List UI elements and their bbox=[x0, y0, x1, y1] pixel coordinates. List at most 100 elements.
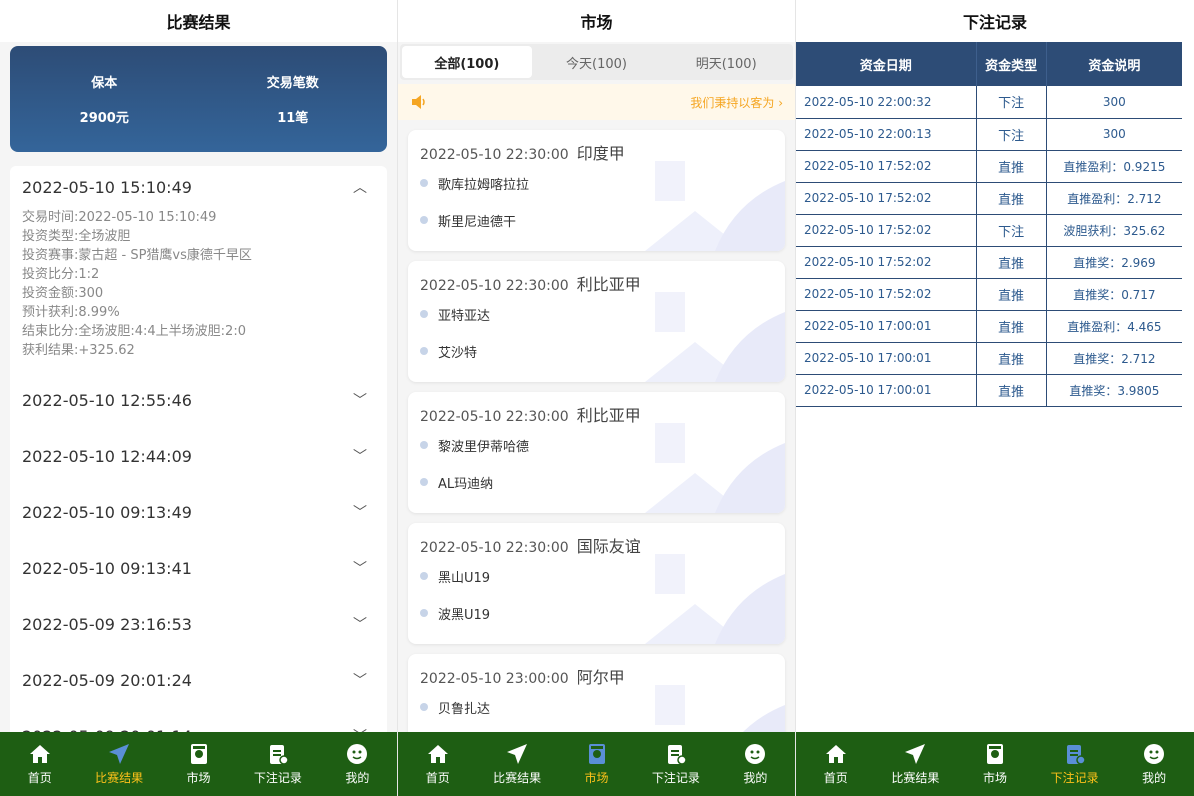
record-header[interactable]: 2022-05-10 09:13:49 ﹀ bbox=[10, 484, 387, 540]
cell-desc: 直推盈利：0.9215 bbox=[1046, 150, 1182, 183]
market-icon bbox=[190, 744, 207, 764]
team-dot bbox=[420, 216, 428, 224]
cell-date: 2022-05-10 17:00:01 bbox=[796, 342, 977, 375]
bet-record-icon bbox=[667, 745, 687, 765]
notice-bar[interactable]: 我们秉持以客为 › bbox=[398, 84, 795, 120]
nav-label: 比赛结果 bbox=[891, 771, 940, 785]
nav-results[interactable]: 比赛结果 bbox=[876, 732, 956, 796]
nav-label: 首页 bbox=[27, 771, 52, 785]
tab-today[interactable]: 今天(100) bbox=[532, 46, 662, 78]
market-screen: 市场 全部(100) 今天(100) 明天(100) 我们秉持以客为 › 202… bbox=[398, 0, 796, 796]
chevron-down-icon[interactable]: ﹀ bbox=[353, 558, 367, 578]
cell-desc: 直推奖：0.717 bbox=[1046, 278, 1182, 311]
table-row: 2022-05-10 17:52:02 直推 直推盈利：0.9215 bbox=[796, 150, 1182, 183]
cell-date: 2022-05-10 17:52:02 bbox=[796, 278, 977, 311]
cell-date: 2022-05-10 17:52:02 bbox=[796, 150, 977, 183]
table-row: 2022-05-10 17:52:02 直推 直推奖：0.717 bbox=[796, 278, 1182, 311]
record-header-open[interactable]: 2022-05-10 15:10:49 ︿ bbox=[10, 166, 387, 208]
record-time: 2022-05-09 20:01:24 bbox=[22, 670, 192, 690]
nav-home[interactable]: 首页 bbox=[398, 732, 477, 796]
team-name: 波黑U19 bbox=[438, 607, 491, 623]
cell-type: 直推 bbox=[976, 246, 1047, 279]
bottom-nav: 首页 比赛结果 市场 下注记录 我的 bbox=[398, 732, 795, 796]
table-row: 2022-05-10 17:00:01 直推 直推奖：3.9805 bbox=[796, 374, 1182, 407]
nav-profile[interactable]: 我的 bbox=[716, 732, 795, 796]
record-header[interactable]: 2022-05-09 20:01:24 ﹀ bbox=[10, 652, 387, 708]
principal-value: 2900元 bbox=[79, 111, 129, 126]
market-icon bbox=[588, 744, 605, 764]
match-card[interactable]: 2022-05-10 22:30:00 利比亚甲 黎波里伊蒂哈德 AL玛迪纳 bbox=[408, 392, 785, 513]
detail-line: 投资赛事:蒙古超 - SP猎鹰vs康德千早区 bbox=[22, 248, 252, 263]
record-header[interactable]: 2022-05-09 23:16:53 ﹀ bbox=[10, 596, 387, 652]
team-name: 黑山U19 bbox=[438, 570, 491, 586]
market-tabs: 全部(100) 今天(100) 明天(100) bbox=[400, 44, 793, 80]
chevron-down-icon[interactable]: ﹀ bbox=[353, 446, 367, 466]
match-card[interactable]: 2022-05-10 22:30:00 印度甲 歌库拉姆喀拉拉 斯里尼迪德干 bbox=[408, 130, 785, 251]
paper-plane-icon bbox=[507, 744, 528, 764]
chevron-down-icon[interactable]: ﹀ bbox=[353, 614, 367, 634]
cell-type: 直推 bbox=[976, 342, 1047, 375]
tab-all[interactable]: 全部(100) bbox=[402, 46, 532, 78]
nav-market[interactable]: 市场 bbox=[955, 732, 1035, 796]
record-header[interactable]: 2022-05-10 09:13:41 ﹀ bbox=[10, 540, 387, 596]
chevron-right-icon: › bbox=[778, 95, 783, 110]
nav-label: 下注记录 bbox=[651, 771, 700, 785]
profile-face-icon bbox=[745, 744, 766, 764]
nav-label: 首页 bbox=[425, 771, 450, 785]
cell-desc: 300 bbox=[1046, 86, 1182, 119]
chevron-down-icon[interactable]: ﹀ bbox=[353, 502, 367, 522]
summary-card: 保本 2900元 交易笔数 11笔 bbox=[10, 46, 387, 152]
col-type: 资金类型 bbox=[976, 42, 1047, 86]
notice-message: 我们秉持以客为 bbox=[690, 95, 775, 110]
nav-label: 下注记录 bbox=[1050, 771, 1099, 785]
record-header[interactable]: 2022-05-10 12:44:09 ﹀ bbox=[10, 428, 387, 484]
nav-label: 我的 bbox=[345, 771, 370, 785]
team-dot bbox=[420, 310, 428, 318]
cell-date: 2022-05-10 17:52:02 bbox=[796, 246, 977, 279]
page-title: 市场 bbox=[398, 0, 795, 42]
nav-profile[interactable]: 我的 bbox=[1114, 732, 1194, 796]
bet-record-icon bbox=[269, 745, 289, 765]
chevron-down-icon[interactable]: ﹀ bbox=[353, 390, 367, 410]
nav-home[interactable]: 首页 bbox=[796, 732, 876, 796]
team-name: AL玛迪纳 bbox=[438, 476, 494, 492]
nav-market[interactable]: 市场 bbox=[159, 732, 238, 796]
bottom-nav: 首页 比赛结果 市场 下注记录 我的 bbox=[796, 732, 1194, 796]
chevron-up-icon[interactable]: ︿ bbox=[353, 177, 367, 197]
nav-profile[interactable]: 我的 bbox=[318, 732, 397, 796]
team-dot bbox=[420, 478, 428, 486]
card-decoration bbox=[645, 554, 785, 644]
bet-record-screen: 下注记录 资金日期 资金类型 资金说明 2022-05-10 22:00:32 下… bbox=[796, 0, 1194, 796]
nav-home[interactable]: 首页 bbox=[0, 732, 79, 796]
cell-desc: 直推盈利：4.465 bbox=[1046, 310, 1182, 343]
nav-label: 市场 bbox=[584, 771, 609, 785]
cell-type: 直推 bbox=[976, 182, 1047, 215]
nav-results[interactable]: 比赛结果 bbox=[477, 732, 556, 796]
chevron-down-icon[interactable]: ﹀ bbox=[353, 670, 367, 690]
results-screen: 比赛结果 保本 2900元 交易笔数 11笔 2022-05-10 15:10:… bbox=[0, 0, 398, 796]
card-decoration bbox=[645, 292, 785, 382]
nav-results[interactable]: 比赛结果 bbox=[79, 732, 158, 796]
notice-text: 我们秉持以客为 › bbox=[690, 94, 783, 111]
nav-label: 比赛结果 bbox=[95, 771, 144, 785]
tab-tomorrow[interactable]: 明天(100) bbox=[661, 46, 791, 78]
principal-label: 保本 bbox=[91, 76, 118, 91]
nav-bet-record[interactable]: 下注记录 bbox=[1035, 732, 1115, 796]
nav-bet-record[interactable]: 下注记录 bbox=[636, 732, 715, 796]
home-icon bbox=[29, 745, 50, 763]
nav-market[interactable]: 市场 bbox=[557, 732, 636, 796]
record-header[interactable]: 2022-05-10 12:55:46 ﹀ bbox=[10, 372, 387, 428]
match-card[interactable]: 2022-05-10 22:30:00 国际友谊 黑山U19 波黑U19 bbox=[408, 523, 785, 644]
cell-date: 2022-05-10 17:00:01 bbox=[796, 310, 977, 343]
col-date: 资金日期 bbox=[796, 42, 977, 86]
match-card[interactable]: 2022-05-10 22:30:00 利比亚甲 亚特亚达 艾沙特 bbox=[408, 261, 785, 382]
profile-face-icon bbox=[1144, 744, 1165, 764]
cell-type: 下注 bbox=[976, 86, 1047, 119]
screens: 比赛结果 保本 2900元 交易笔数 11笔 2022-05-10 15:10:… bbox=[0, 0, 1194, 796]
nav-bet-record[interactable]: 下注记录 bbox=[238, 732, 317, 796]
team-name: 黎波里伊蒂哈德 bbox=[438, 439, 530, 455]
detail-line: 预计获利:8.99% bbox=[22, 305, 120, 320]
cell-desc: 直推奖：2.969 bbox=[1046, 246, 1182, 279]
team-name: 斯里尼迪德干 bbox=[438, 214, 517, 230]
nav-label: 市场 bbox=[186, 771, 211, 785]
